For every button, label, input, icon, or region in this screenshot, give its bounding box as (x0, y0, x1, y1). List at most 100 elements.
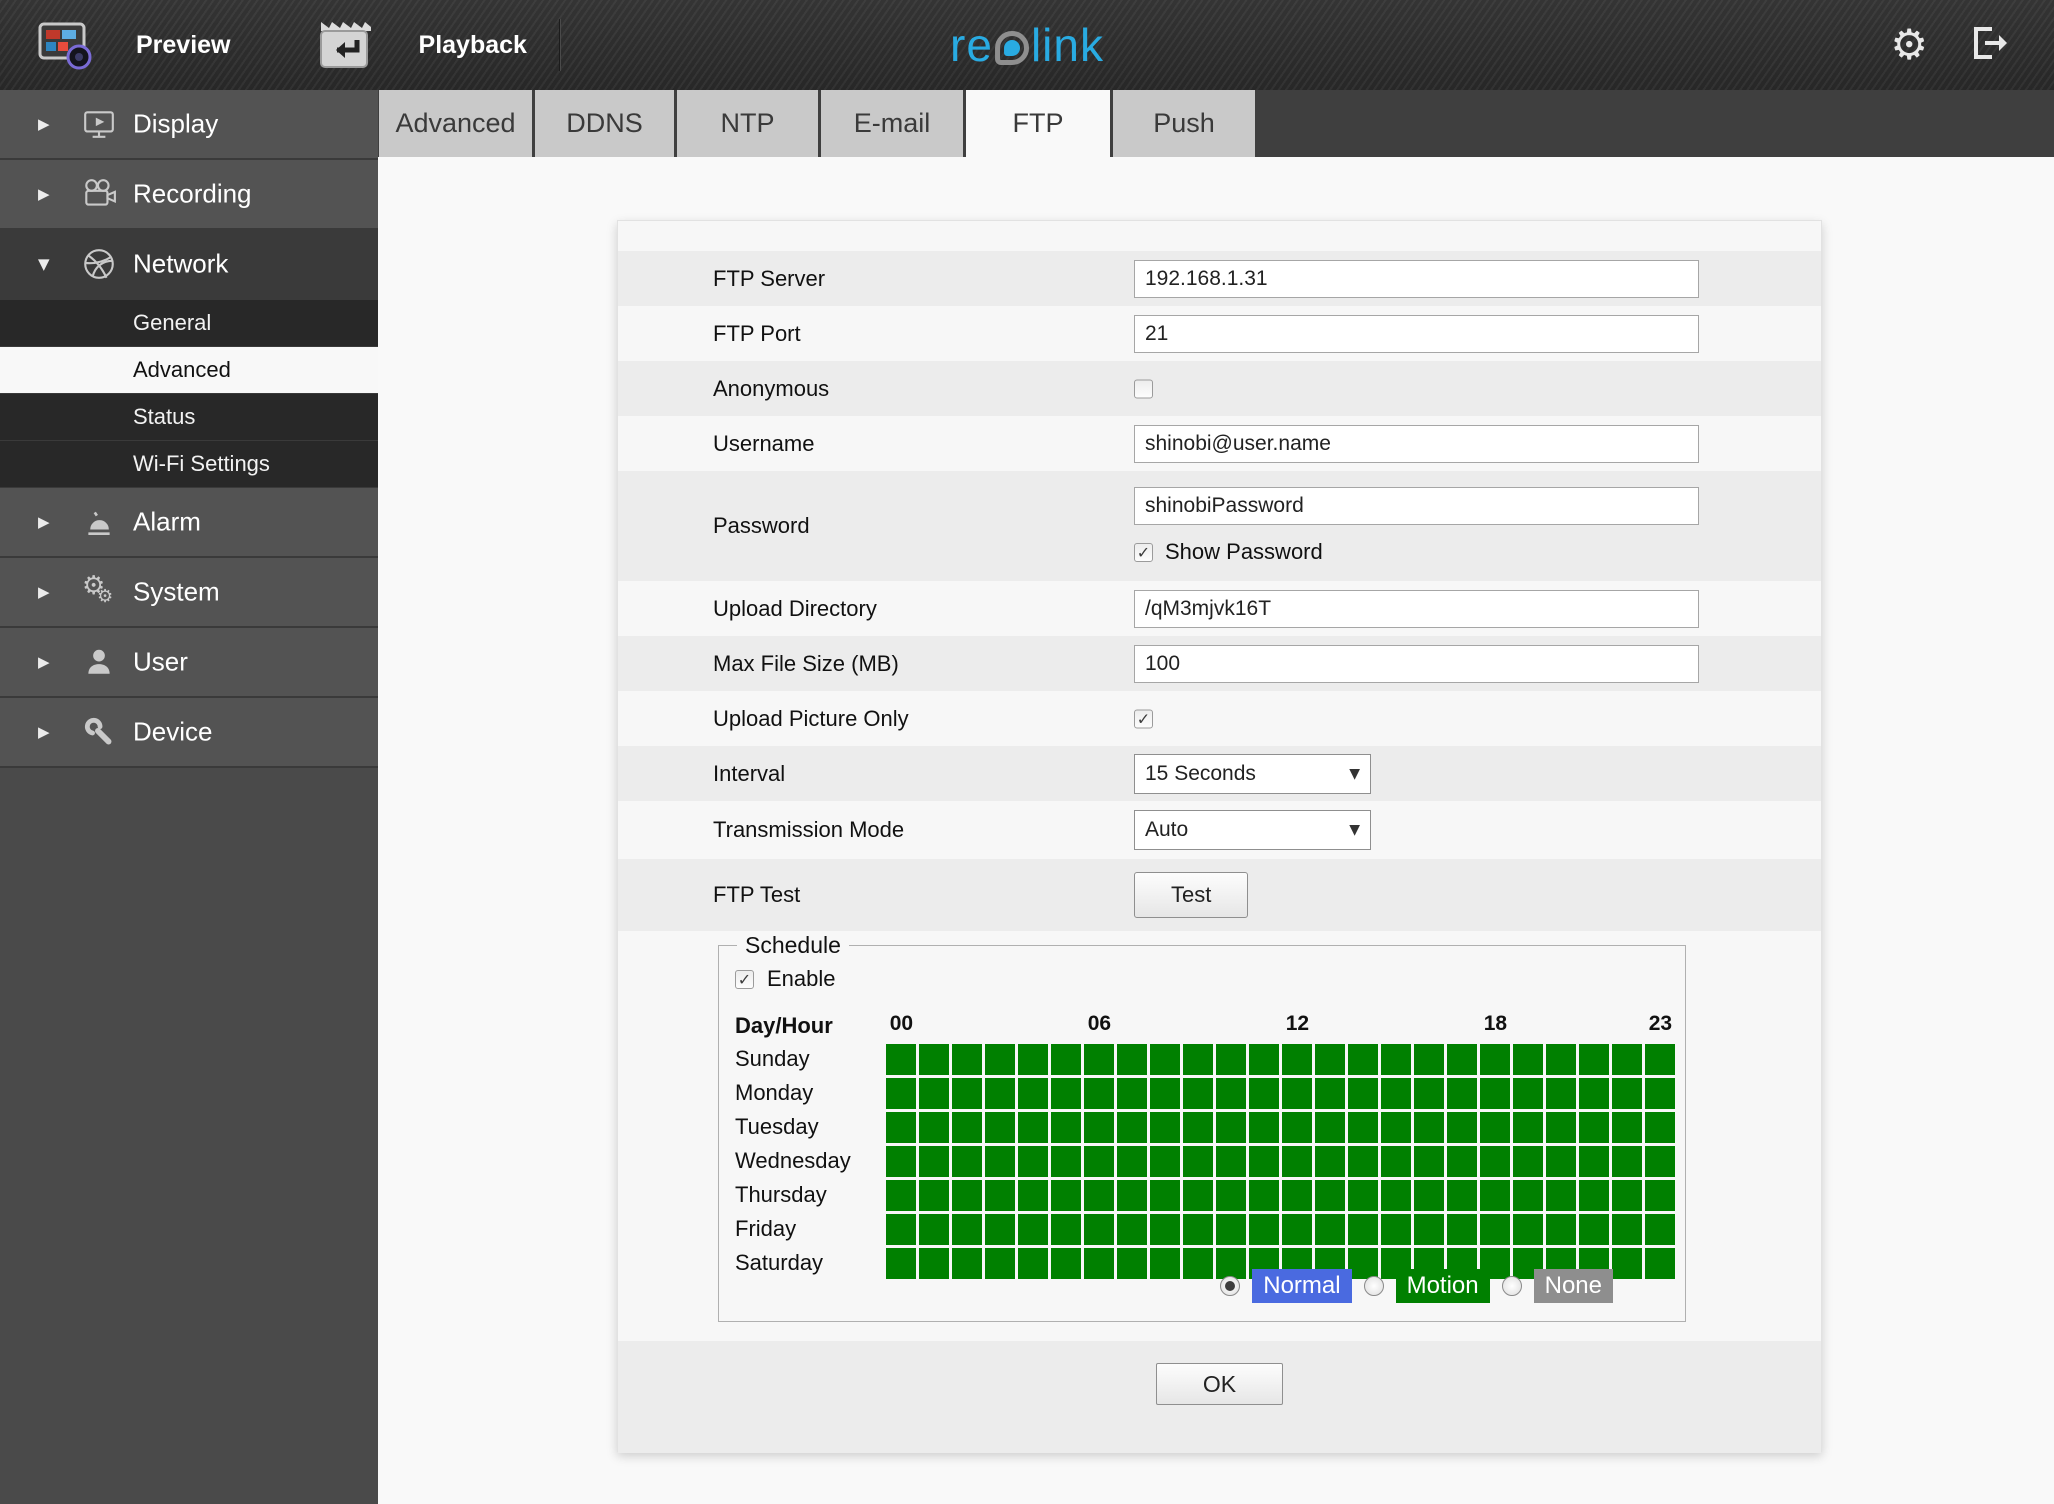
schedule-cell[interactable] (1480, 1179, 1510, 1211)
schedule-cell[interactable] (1150, 1247, 1180, 1279)
schedule-cell[interactable] (985, 1111, 1015, 1143)
schedule-cell[interactable] (1447, 1213, 1477, 1245)
schedule-cell[interactable] (1018, 1247, 1048, 1279)
schedule-cell[interactable] (1018, 1145, 1048, 1177)
schedule-cell[interactable] (1348, 1111, 1378, 1143)
playback-nav-button[interactable]: Playback (231, 18, 527, 72)
anonymous-checkbox[interactable] (1134, 379, 1153, 398)
schedule-cell[interactable] (1414, 1145, 1444, 1177)
schedule-cell[interactable] (1150, 1213, 1180, 1245)
schedule-cell[interactable] (1315, 1213, 1345, 1245)
tab-ddns[interactable]: DDNS (534, 90, 676, 157)
schedule-cell[interactable] (1579, 1077, 1609, 1109)
schedule-cell[interactable] (1216, 1213, 1246, 1245)
schedule-cell[interactable] (1150, 1111, 1180, 1143)
schedule-cell[interactable] (1645, 1145, 1675, 1177)
schedule-cell[interactable] (1183, 1077, 1213, 1109)
schedule-cell[interactable] (1117, 1179, 1147, 1211)
sidebar-item-user[interactable]: ▶ User (0, 628, 378, 698)
schedule-cell[interactable] (1546, 1213, 1576, 1245)
schedule-mode-chip-motion[interactable]: Motion (1395, 1269, 1490, 1303)
schedule-cell[interactable] (1579, 1145, 1609, 1177)
schedule-cell[interactable] (1480, 1043, 1510, 1075)
tab-advanced[interactable]: Advanced (378, 90, 534, 157)
username-input[interactable] (1134, 424, 1699, 463)
schedule-cell[interactable] (1315, 1043, 1345, 1075)
schedule-cell[interactable] (1348, 1077, 1378, 1109)
schedule-cell[interactable] (1282, 1043, 1312, 1075)
schedule-cell[interactable] (1282, 1145, 1312, 1177)
schedule-cell[interactable] (1447, 1111, 1477, 1143)
schedule-cell[interactable] (1051, 1213, 1081, 1245)
schedule-cell[interactable] (1018, 1179, 1048, 1211)
schedule-cell[interactable] (1381, 1111, 1411, 1143)
tab-ntp[interactable]: NTP (676, 90, 820, 157)
schedule-cell[interactable] (919, 1043, 949, 1075)
schedule-cell[interactable] (1348, 1213, 1378, 1245)
schedule-cell[interactable] (985, 1213, 1015, 1245)
schedule-cell[interactable] (1117, 1213, 1147, 1245)
schedule-cell[interactable] (1117, 1077, 1147, 1109)
schedule-cell[interactable] (952, 1111, 982, 1143)
schedule-cell[interactable] (1381, 1043, 1411, 1075)
schedule-cell[interactable] (886, 1179, 916, 1211)
schedule-cell[interactable] (1579, 1213, 1609, 1245)
schedule-cell[interactable] (1579, 1043, 1609, 1075)
schedule-cell[interactable] (1051, 1179, 1081, 1211)
schedule-cell[interactable] (1447, 1043, 1477, 1075)
schedule-cell[interactable] (1612, 1247, 1642, 1279)
schedule-cell[interactable] (1282, 1213, 1312, 1245)
schedule-cell[interactable] (1216, 1043, 1246, 1075)
schedule-cell[interactable] (919, 1077, 949, 1109)
schedule-cell[interactable] (1117, 1247, 1147, 1279)
schedule-cell[interactable] (952, 1145, 982, 1177)
schedule-cell[interactable] (1051, 1247, 1081, 1279)
tab-e-mail[interactable]: E-mail (820, 90, 965, 157)
upload-directory-input[interactable] (1134, 589, 1699, 628)
schedule-cell[interactable] (886, 1043, 916, 1075)
sidebar-item-system[interactable]: ▶ ⚙ ⚙ System (0, 558, 378, 628)
schedule-cell[interactable] (1084, 1145, 1114, 1177)
schedule-cell[interactable] (1084, 1213, 1114, 1245)
schedule-cell[interactable] (1249, 1179, 1279, 1211)
schedule-cell[interactable] (1183, 1213, 1213, 1245)
schedule-cell[interactable] (1249, 1213, 1279, 1245)
sidebar-subitem-advanced[interactable]: Advanced (0, 347, 378, 394)
schedule-cell[interactable] (1546, 1043, 1576, 1075)
schedule-cell[interactable] (1282, 1077, 1312, 1109)
schedule-cell[interactable] (1513, 1043, 1543, 1075)
schedule-cell[interactable] (919, 1111, 949, 1143)
schedule-cell[interactable] (1216, 1179, 1246, 1211)
schedule-cell[interactable] (886, 1213, 916, 1245)
schedule-cell[interactable] (1612, 1213, 1642, 1245)
schedule-enable-checkbox[interactable] (735, 969, 754, 989)
schedule-cell[interactable] (952, 1247, 982, 1279)
schedule-cell[interactable] (1348, 1145, 1378, 1177)
schedule-cell[interactable] (1084, 1077, 1114, 1109)
schedule-cell[interactable] (1150, 1043, 1180, 1075)
schedule-cell[interactable] (1249, 1077, 1279, 1109)
schedule-cell[interactable] (1315, 1077, 1345, 1109)
schedule-cell[interactable] (1513, 1077, 1543, 1109)
schedule-cell[interactable] (1249, 1145, 1279, 1177)
schedule-cell[interactable] (1513, 1213, 1543, 1245)
schedule-cell[interactable] (1216, 1111, 1246, 1143)
ftp-port-input[interactable] (1134, 314, 1699, 353)
schedule-cell[interactable] (1117, 1145, 1147, 1177)
schedule-cell[interactable] (1216, 1145, 1246, 1177)
schedule-cell[interactable] (1348, 1179, 1378, 1211)
schedule-cell[interactable] (919, 1179, 949, 1211)
schedule-cell[interactable] (985, 1043, 1015, 1075)
schedule-cell[interactable] (919, 1213, 949, 1245)
schedule-mode-radio-motion[interactable] (1363, 1276, 1384, 1296)
schedule-cell[interactable] (1447, 1179, 1477, 1211)
schedule-cell[interactable] (1612, 1077, 1642, 1109)
schedule-cell[interactable] (1513, 1145, 1543, 1177)
ok-button[interactable]: OK (1155, 1363, 1284, 1405)
schedule-cell[interactable] (1315, 1179, 1345, 1211)
sidebar-item-alarm[interactable]: ▶ Alarm (0, 488, 378, 558)
schedule-cell[interactable] (1249, 1043, 1279, 1075)
sidebar-item-device[interactable]: ▶ Device (0, 698, 378, 768)
schedule-cell[interactable] (1546, 1111, 1576, 1143)
upload-picture-only-checkbox[interactable] (1134, 709, 1153, 728)
